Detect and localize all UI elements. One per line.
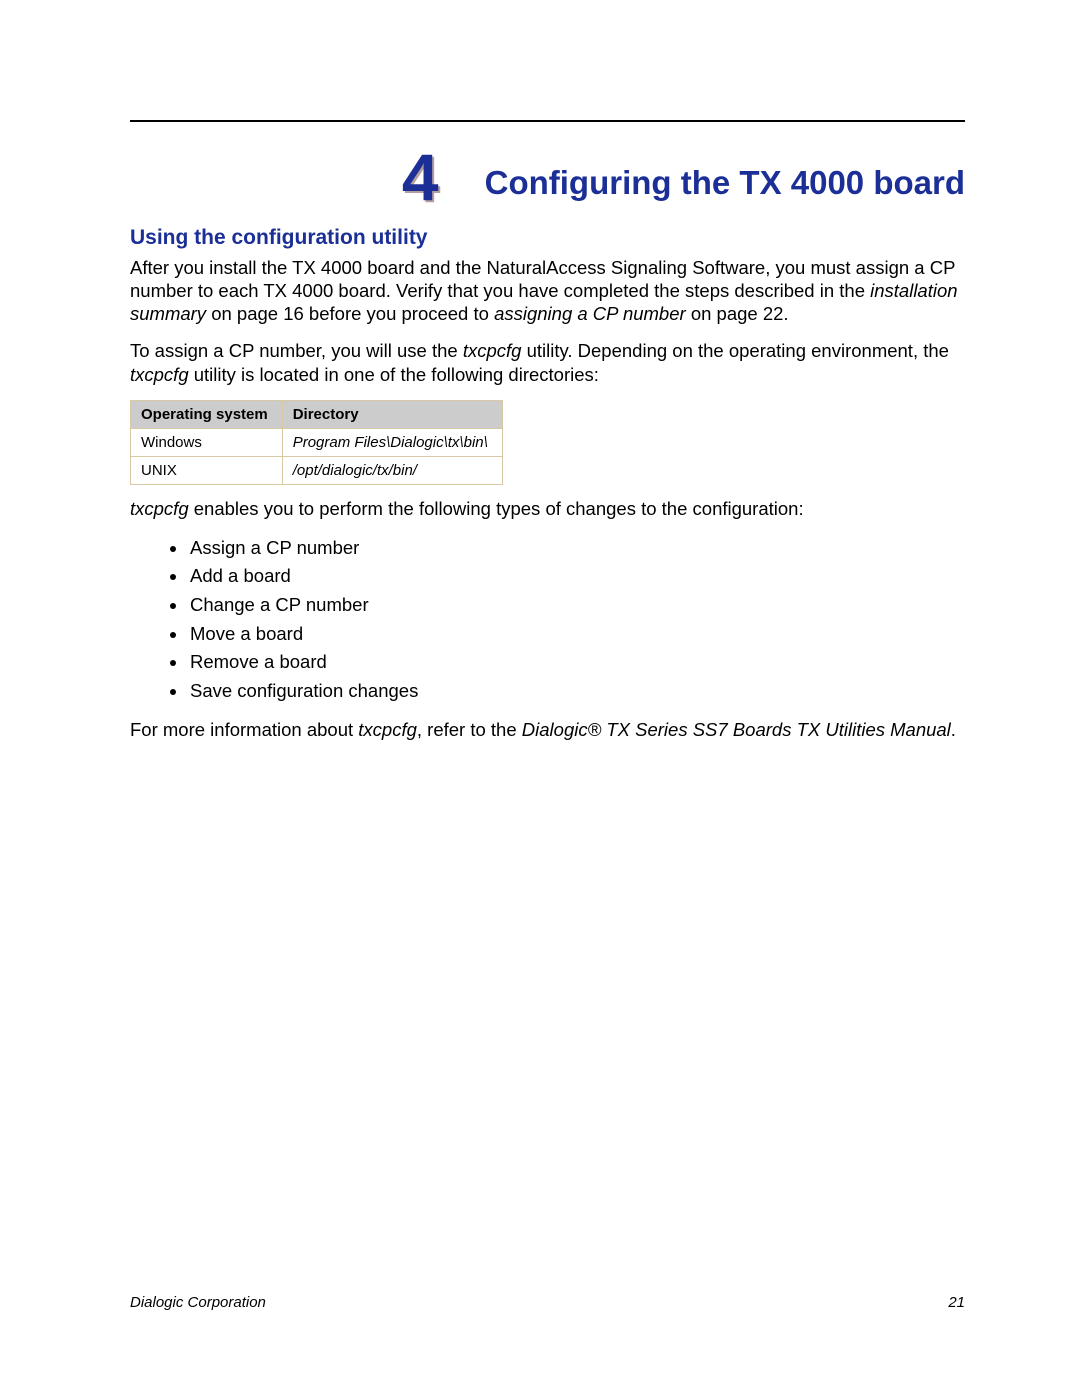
text: To assign a CP number, you will use the xyxy=(130,340,463,361)
chapter-number: 4 xyxy=(402,144,439,210)
cell-os: UNIX xyxy=(131,456,283,484)
text: on page 22. xyxy=(686,303,789,324)
cell-os: Windows xyxy=(131,428,283,456)
list-item: Move a board xyxy=(188,620,965,649)
text: . xyxy=(951,719,956,740)
section-heading: Using the configuration utility xyxy=(130,226,965,250)
paragraph-utility-location: To assign a CP number, you will use the … xyxy=(130,339,965,385)
paragraph-changes-intro: txcpcfg enables you to perform the follo… xyxy=(130,497,965,520)
list-item: Assign a CP number xyxy=(188,534,965,563)
text: For more information about xyxy=(130,719,358,740)
list-item: Save configuration changes xyxy=(188,677,965,706)
text: utility is located in one of the followi… xyxy=(189,364,599,385)
text: After you install the TX 4000 board and … xyxy=(130,257,955,301)
directories-table: Operating system Directory Windows Progr… xyxy=(130,400,503,485)
list-item: Remove a board xyxy=(188,648,965,677)
list-item: Change a CP number xyxy=(188,591,965,620)
text: , refer to the xyxy=(417,719,522,740)
table-row: UNIX /opt/dialogic/tx/bin/ xyxy=(131,456,503,484)
footer-page-number: 21 xyxy=(948,1294,965,1311)
text-italic: txcpcfg xyxy=(130,498,189,519)
text-italic: Dialogic® TX Series SS7 Boards TX Utilit… xyxy=(522,719,951,740)
page: 4 Configuring the TX 4000 board Using th… xyxy=(0,0,1080,1397)
table-row: Windows Program Files\Dialogic\tx\bin\ xyxy=(131,428,503,456)
cell-dir: /opt/dialogic/tx/bin/ xyxy=(282,456,502,484)
text: utility. Depending on the operating envi… xyxy=(521,340,949,361)
paragraph-intro: After you install the TX 4000 board and … xyxy=(130,256,965,325)
col-header-os: Operating system xyxy=(131,400,283,428)
top-rule xyxy=(130,120,965,122)
table-header-row: Operating system Directory xyxy=(131,400,503,428)
cell-dir: Program Files\Dialogic\tx\bin\ xyxy=(282,428,502,456)
text-italic: txcpcfg xyxy=(463,340,522,361)
chapter-header: 4 Configuring the TX 4000 board xyxy=(130,138,965,204)
page-footer: Dialogic Corporation 21 xyxy=(130,1294,965,1311)
text-italic: txcpcfg xyxy=(358,719,417,740)
paragraph-more-info: For more information about txcpcfg, refe… xyxy=(130,718,965,741)
text-italic: txcpcfg xyxy=(130,364,189,385)
changes-list: Assign a CP number Add a board Change a … xyxy=(130,534,965,706)
text-italic: assigning a CP number xyxy=(494,303,686,324)
text: on page 16 before you proceed to xyxy=(206,303,494,324)
chapter-title: Configuring the TX 4000 board xyxy=(485,165,965,201)
list-item: Add a board xyxy=(188,562,965,591)
col-header-dir: Directory xyxy=(282,400,502,428)
footer-corp: Dialogic Corporation xyxy=(130,1294,266,1311)
text: enables you to perform the following typ… xyxy=(189,498,804,519)
